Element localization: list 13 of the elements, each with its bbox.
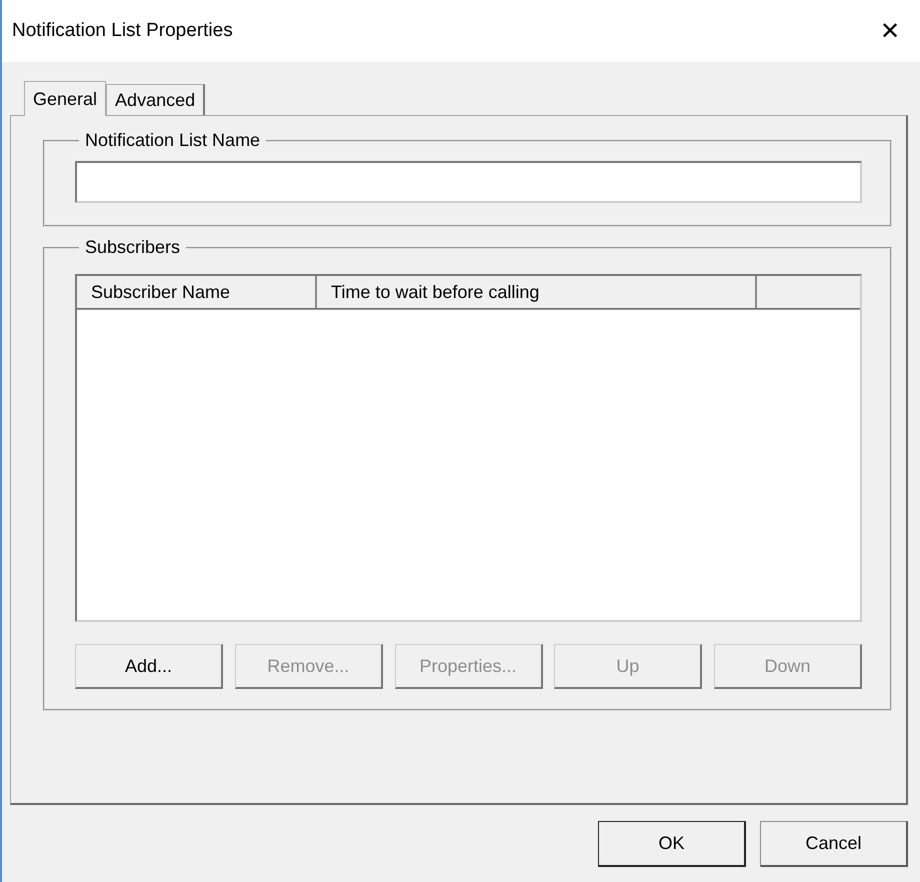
dialog-button[interactable]: OK (598, 821, 746, 867)
tab[interactable]: Advanced (106, 84, 206, 115)
close-button[interactable]: ✕ (860, 6, 920, 56)
column-header[interactable]: Time to wait before calling (317, 276, 757, 309)
window-title: Notification List Properties (12, 20, 233, 42)
group-title: Notification List Name (84, 130, 262, 151)
name-field[interactable] (75, 161, 862, 203)
dialog-button[interactable]: Cancel (760, 821, 908, 867)
tab[interactable]: General (24, 81, 106, 116)
subscriber-list[interactable]: Subscriber Name Time to wait before calling (75, 274, 862, 622)
action-button[interactable]: Add... (75, 644, 223, 689)
group-title: Subscribers (84, 237, 182, 258)
column-header[interactable]: Subscriber Name (77, 276, 317, 309)
